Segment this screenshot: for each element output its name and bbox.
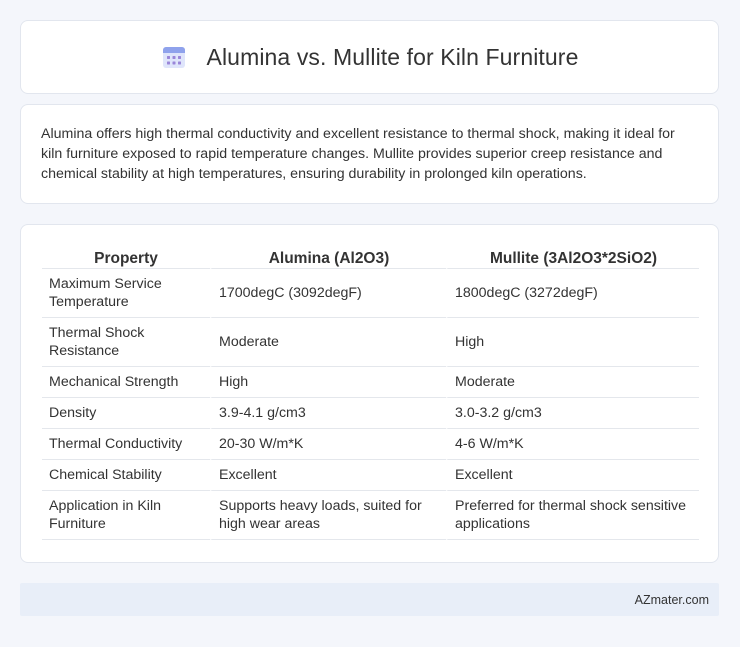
alumina-cell: 20-30 W/m*K — [210, 429, 446, 460]
alumina-cell: 3.9-4.1 g/cm3 — [210, 398, 446, 429]
table-row: Thermal Conductivity 20-30 W/m*K 4-6 W/m… — [42, 429, 699, 460]
mullite-cell: Excellent — [446, 460, 699, 491]
title-wrap: Alumina vs. Mullite for Kiln Furniture — [161, 44, 579, 71]
alumina-cell: Moderate — [210, 318, 446, 367]
mullite-cell: Moderate — [446, 367, 699, 398]
table-row: Density 3.9-4.1 g/cm3 3.0-3.2 g/cm3 — [42, 398, 699, 429]
property-cell: Application in Kiln Furniture — [42, 491, 210, 540]
footer-site-label: AZmater.com — [634, 592, 709, 607]
property-cell: Density — [42, 398, 210, 429]
summary-card: Alumina offers high thermal conductivity… — [20, 104, 719, 204]
table-row: Chemical Stability Excellent Excellent — [42, 460, 699, 491]
comparison-table: Property Alumina (Al2O3) Mullite (3Al2O3… — [42, 245, 699, 540]
footer-bar: AZmater.com — [20, 583, 719, 616]
alumina-cell: Supports heavy loads, suited for high we… — [210, 491, 446, 540]
table-card: Property Alumina (Al2O3) Mullite (3Al2O3… — [20, 224, 719, 563]
column-header-mullite: Mullite (3Al2O3*2SiO2) — [446, 245, 699, 269]
table-row: Thermal Shock Resistance Moderate High — [42, 318, 699, 367]
alumina-cell: Excellent — [210, 460, 446, 491]
title-card: Alumina vs. Mullite for Kiln Furniture — [20, 20, 719, 94]
property-cell: Thermal Shock Resistance — [42, 318, 210, 367]
column-header-alumina: Alumina (Al2O3) — [210, 245, 446, 269]
table-row: Mechanical Strength High Moderate — [42, 367, 699, 398]
summary-text: Alumina offers high thermal conductivity… — [41, 126, 675, 182]
property-cell: Chemical Stability — [42, 460, 210, 491]
table-header-row: Property Alumina (Al2O3) Mullite (3Al2O3… — [42, 245, 699, 269]
mullite-cell: Preferred for thermal shock sensitive ap… — [446, 491, 699, 540]
alumina-cell: 1700degC (3092degF) — [210, 269, 446, 318]
alumina-cell: High — [210, 367, 446, 398]
mullite-cell: 1800degC (3272degF) — [446, 269, 699, 318]
property-cell: Mechanical Strength — [42, 367, 210, 398]
column-header-property: Property — [42, 245, 210, 269]
mullite-cell: 3.0-3.2 g/cm3 — [446, 398, 699, 429]
table-row: Maximum Service Temperature 1700degC (30… — [42, 269, 699, 318]
table-row: Application in Kiln Furniture Supports h… — [42, 491, 699, 540]
mullite-cell: High — [446, 318, 699, 367]
mullite-cell: 4-6 W/m*K — [446, 429, 699, 460]
property-cell: Thermal Conductivity — [42, 429, 210, 460]
page-title: Alumina vs. Mullite for Kiln Furniture — [206, 43, 579, 70]
calendar-grid-icon — [162, 47, 185, 68]
property-cell: Maximum Service Temperature — [42, 269, 210, 318]
